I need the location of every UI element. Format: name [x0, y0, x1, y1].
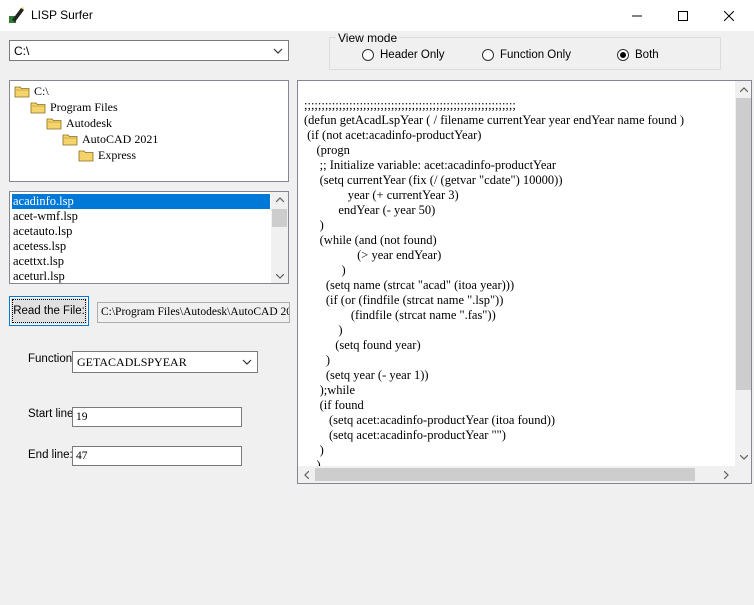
tree-item-label: Program Files — [50, 99, 118, 114]
scroll-thumb[interactable] — [736, 98, 751, 390]
view-mode-legend: View mode — [336, 31, 400, 45]
list-item[interactable]: acetauto.lsp — [12, 224, 270, 239]
read-file-button[interactable]: Read the File: — [9, 296, 89, 326]
scroll-thumb[interactable] — [272, 209, 287, 227]
code-viewer[interactable]: ;;;;;;;;;;;;;;;;;;;;;;;;;;;;;;;;;;;;;;;;… — [297, 80, 752, 484]
list-item[interactable]: acetess.lsp — [12, 239, 270, 254]
folder-open-icon — [30, 102, 46, 113]
scroll-down-arrow[interactable] — [271, 269, 288, 283]
tree-item-program-files[interactable]: Program Files — [30, 99, 118, 115]
radio-label: Header Only — [380, 49, 445, 61]
radio-label: Both — [635, 49, 659, 61]
scroll-left-arrow[interactable] — [299, 466, 313, 483]
list-item[interactable]: acettxt.lsp — [12, 254, 270, 269]
chevron-up-icon — [275, 196, 284, 202]
radio-circle — [362, 49, 374, 61]
folder-tree[interactable]: C:\ Program Files Autodesk AutoCAD 2021 … — [9, 80, 289, 182]
radio-both[interactable]: Both — [617, 49, 659, 61]
radio-function-only[interactable]: Function Only — [482, 49, 571, 61]
scroll-right-arrow[interactable] — [719, 466, 733, 483]
list-item-selected[interactable]: acadinfo.lsp — [12, 194, 270, 209]
tree-item-label: Express — [98, 147, 136, 162]
folder-icon — [78, 150, 94, 161]
function-value: GETACADLSPYEAR — [77, 355, 187, 369]
chevron-down-icon — [273, 48, 283, 54]
end-line-label: End line: — [28, 449, 73, 461]
tree-item-label: Autodesk — [66, 115, 112, 130]
tree-item-label: C:\ — [34, 83, 49, 98]
tree-item-express[interactable]: Express — [78, 147, 136, 163]
minimize-icon — [632, 15, 642, 16]
tree-item-drive[interactable]: C:\ — [14, 83, 49, 99]
chevron-up-icon — [739, 86, 748, 92]
title-bar: LISP Surfer — [0, 0, 754, 31]
code-vertical-scrollbar[interactable] — [735, 81, 751, 466]
maximize-icon — [678, 10, 688, 21]
close-button[interactable] — [706, 0, 752, 31]
folder-open-icon — [62, 134, 78, 145]
start-line-field[interactable]: 19 — [72, 407, 242, 427]
tree-item-autodesk[interactable]: Autodesk — [46, 115, 112, 131]
file-list[interactable]: acadinfo.lsp acet-wmf.lsp acetauto.lsp a… — [9, 191, 289, 284]
scrollbar-corner — [735, 466, 751, 483]
code-horizontal-scrollbar[interactable] — [298, 466, 735, 483]
chevron-right-icon — [723, 470, 729, 479]
radio-circle-selected — [617, 49, 629, 61]
end-line-field[interactable]: 47 — [72, 446, 242, 466]
window-title: LISP Surfer — [31, 8, 93, 22]
radio-circle — [482, 49, 494, 61]
chevron-left-icon — [303, 470, 309, 479]
scroll-down-arrow[interactable] — [735, 450, 751, 464]
scroll-up-arrow[interactable] — [735, 82, 751, 96]
radio-header-only[interactable]: Header Only — [362, 49, 445, 61]
close-icon — [724, 10, 734, 21]
list-item[interactable]: acet-wmf.lsp — [12, 209, 270, 224]
start-line-label: Start line: — [28, 408, 77, 420]
minimize-button[interactable] — [614, 0, 660, 31]
app-icon — [9, 7, 24, 23]
code-text: ;;;;;;;;;;;;;;;;;;;;;;;;;;;;;;;;;;;;;;;;… — [304, 98, 685, 472]
function-label: Function: — [28, 353, 76, 365]
tree-item-label: AutoCAD 2021 — [82, 131, 159, 146]
file-list-scrollbar[interactable] — [271, 192, 288, 283]
function-combo[interactable]: GETACADLSPYEAR — [72, 351, 258, 373]
file-path-field: C:\Program Files\Autodesk\AutoCAD 2021\E… — [97, 302, 290, 323]
drive-value: C:\ — [14, 44, 30, 58]
maximize-button[interactable] — [660, 0, 706, 31]
chevron-down-icon — [739, 454, 748, 460]
list-item[interactable]: aceturl.lsp — [12, 269, 270, 283]
tree-item-autocad-2021[interactable]: AutoCAD 2021 — [62, 131, 158, 147]
drive-combo[interactable]: C:\ — [9, 40, 289, 61]
chevron-down-icon — [242, 359, 252, 365]
folder-open-icon — [14, 86, 30, 97]
scroll-thumb-horizontal[interactable] — [315, 468, 695, 481]
radio-label: Function Only — [500, 49, 571, 61]
chevron-down-icon — [275, 273, 284, 279]
scroll-up-arrow[interactable] — [271, 192, 288, 206]
folder-open-icon — [46, 118, 62, 129]
